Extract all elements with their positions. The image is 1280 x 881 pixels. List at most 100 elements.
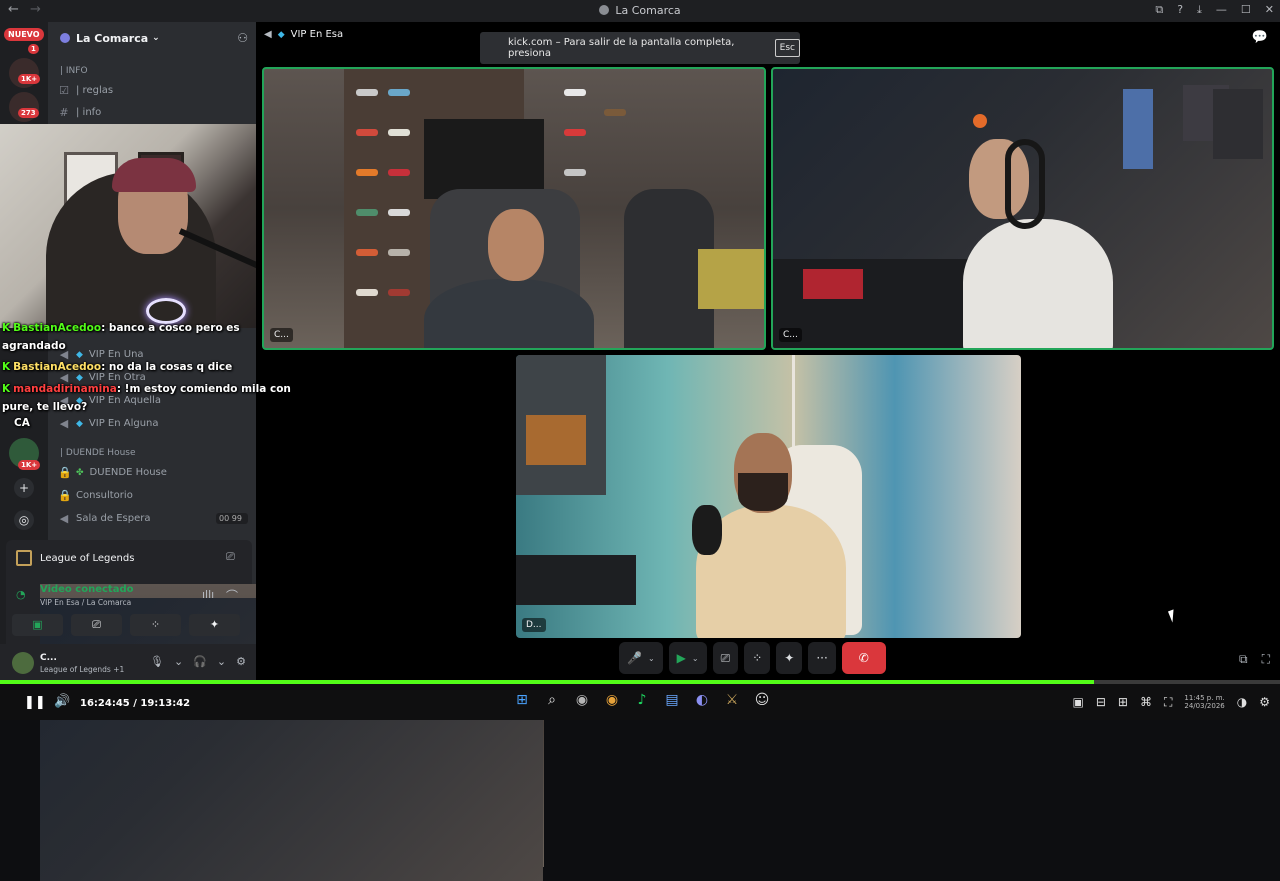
chevron-down-icon[interactable]: ⌄ [648,654,655,663]
chevron-down-icon[interactable]: ⌄ [217,655,226,668]
settings-icon[interactable]: ⚙ [236,655,246,668]
noise-suppression-icon[interactable]: ıllı [202,588,214,601]
screen-share-button[interactable]: ⎚ [712,642,739,674]
disconnect-icon[interactable]: ⌒ [226,587,238,604]
microphone [692,505,722,555]
captions-icon[interactable]: ⊞ [1118,695,1128,709]
video-tile[interactable]: D... [516,355,1021,638]
stage-channel-name: VIP En Esa [290,29,344,40]
soundboard-button[interactable]: ✦ [189,614,240,636]
soundboard-button[interactable]: ✦ [776,642,803,674]
channel-consultorio[interactable]: 🔒 Consultorio [58,489,133,502]
screen-share-button[interactable]: ⎚ [71,614,122,636]
clip-icon[interactable]: ⊟ [1096,695,1106,709]
category-info[interactable]: | INFO [60,66,88,76]
settings-icon[interactable]: ⚙ [1259,695,1270,709]
diamond-icon: ◆ [76,349,83,360]
league-of-legends-icon[interactable]: ⚔ [722,692,742,708]
ring-light [146,298,186,324]
user-panel: C... League of Legends +1 🎙 ⌄ 🎧 ⌄ ⚙ [0,644,256,680]
activities-button[interactable]: ⁘ [130,614,181,636]
more-button[interactable]: ··· [808,642,836,674]
camera-button[interactable]: ▶ ⌄ [668,642,707,674]
avatar[interactable] [12,652,34,674]
discover-icon[interactable]: ◎ [14,510,34,530]
chat-username[interactable]: mandadirinamina [13,383,117,395]
microphone-icon[interactable]: 🎙 [150,655,164,668]
popout-icon[interactable]: ⧉ [1239,652,1248,667]
participant-beard [738,473,788,511]
notepad-icon[interactable]: ▤ [662,692,682,708]
disconnect-button[interactable]: ✆ [841,642,886,674]
chat-username[interactable]: BastianAcedoo [13,322,101,334]
chat-message: K BastianAcedoo: no da la cosas q dice [2,361,232,374]
fullscreen-icon[interactable]: ⛶ [1164,695,1172,710]
signal-icon[interactable]: ◔ [16,588,26,601]
maximize-button[interactable]: ☐ [1241,3,1251,17]
participant-head [488,209,544,281]
screen-share-icon[interactable]: ⎚ [226,550,235,564]
unread-badge: 1K+ [18,74,41,84]
league-of-legends-icon [16,550,32,566]
category-duende[interactable]: | DUENDE House [60,448,136,458]
chat-icon[interactable]: 💬 [1252,30,1268,45]
clover-icon: ✤ [76,467,84,478]
video-tile[interactable]: C... [771,67,1274,350]
channel-reglas[interactable]: ☑ | reglas [58,84,113,97]
add-server-icon[interactable]: + [14,478,34,498]
theater-mode-icon[interactable]: ▣ [1073,695,1084,709]
speed-icon[interactable]: ◑ [1237,695,1247,709]
channel-vip-una[interactable]: ◀ ◆ VIP En Una [58,348,144,361]
add-member-icon[interactable]: ⚇ [237,31,248,45]
channel-duende-house[interactable]: 🔒 ✤ DUENDE House [58,466,167,479]
tv-screen [424,119,544,199]
chrome-icon[interactable]: ◉ [602,692,622,708]
server-header[interactable]: La Comarca ⌄ ⚇ [48,22,256,54]
kick-badge-icon: K [2,322,11,334]
user-name[interactable]: C... [40,653,57,663]
pip-icon[interactable]: ⌘ [1140,695,1152,709]
camera-button[interactable]: ▣ [12,614,63,636]
search-icon[interactable]: ⌕ [542,692,562,708]
channel-info[interactable]: # | info [58,106,101,119]
video-tile[interactable]: C... [262,67,766,350]
diamond-icon: ◆ [76,372,83,383]
download-icon[interactable]: ⤓ [1197,3,1202,17]
windows-icon[interactable]: ⊞ [512,692,532,708]
chevron-down-icon[interactable]: ⌄ [174,655,183,668]
chrome-icon[interactable]: ◉ [572,692,592,708]
bot-icon[interactable]: ☺ [752,692,772,708]
channel-label: VIP En Una [88,349,144,360]
inbox-icon[interactable]: ⧉ [1155,3,1163,17]
server-logo-icon [60,33,70,43]
shoe [564,89,586,96]
chevron-down-icon: ⌄ [152,33,160,43]
fullscreen-toast: kick.com – Para salir de la pantalla com… [480,32,800,64]
help-icon[interactable]: ? [1177,3,1183,17]
participant-name: C... [270,328,293,342]
chat-message: pure, te llevo? [2,401,87,414]
activities-button[interactable]: ⁘ [744,642,771,674]
fullscreen-icon[interactable]: ⛶ [1262,652,1270,667]
close-button[interactable]: ✕ [1265,3,1274,17]
speaker-icon: ◀ [59,417,69,430]
headphones-icon[interactable]: 🎧 [193,655,207,668]
channel-sala-de-espera[interactable]: ◀ Sala de Espera 00 99 [58,512,248,525]
window-controls: ⧉ ? ⤓ — ☐ ✕ [1155,3,1274,17]
more-icon: ··· [816,651,828,665]
shoe [564,129,586,136]
chat-username[interactable]: BastianAcedoo [13,361,101,373]
new-badge: NUEVO [4,28,44,41]
pause-button[interactable]: ❚❚ [24,695,46,710]
discord-icon[interactable]: ◐ [692,692,712,708]
mute-button[interactable]: 🎤 ⌄ [619,642,663,674]
channel-vip-alguna[interactable]: ◀ ◆ VIP En Alguna [58,417,159,430]
minimize-button[interactable]: — [1216,3,1227,17]
spotify-icon[interactable]: ♪ [632,692,652,708]
volume-icon[interactable]: 🔊 [54,694,70,709]
chevron-down-icon[interactable]: ⌄ [692,654,699,663]
shoe [356,209,378,216]
lamp-light [973,114,987,128]
checkbox-icon: ☑ [59,84,69,97]
voice-panel: League of Legends ⎚ ◔ Video conectado VI… [6,540,544,881]
